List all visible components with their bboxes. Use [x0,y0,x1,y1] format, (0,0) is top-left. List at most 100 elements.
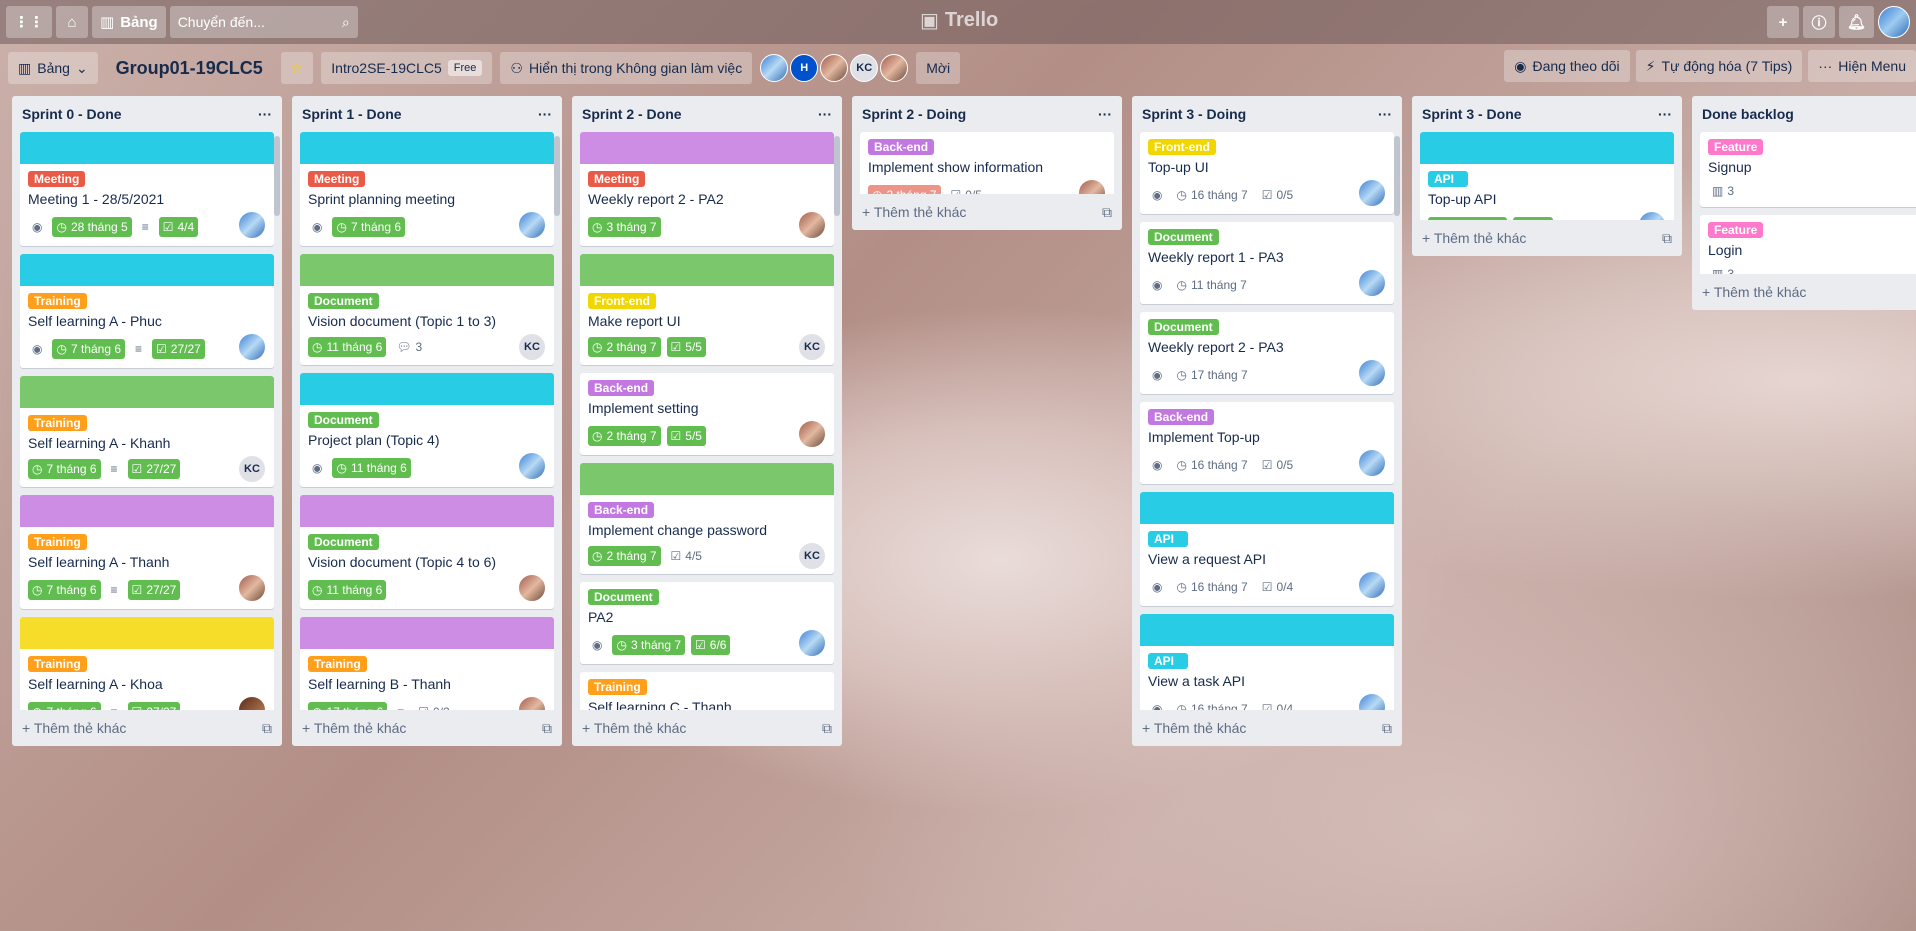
template-icon[interactable]: ⧉ [822,720,832,737]
watching-button[interactable]: ◉ Đang theo dõi [1504,50,1630,82]
add-card-button[interactable]: + Thêm thẻ khác [1142,720,1246,736]
template-icon[interactable]: ⧉ [1102,204,1112,221]
avatar[interactable]: KC [518,333,546,361]
invite-button[interactable]: Mời [916,52,961,84]
card[interactable]: Back-end Implement Top-up ◉ ◷ 16 tháng 7 ☑ 0/5 [1140,402,1394,484]
card[interactable]: Document Weekly report 1 - PA3 ◉ ◷ 11 tháng … [1140,222,1394,304]
list-title[interactable]: Sprint 3 - Doing [1142,106,1246,122]
card[interactable]: Training Self learning A - Thanh ◷ 7 tháng … [20,495,274,609]
card[interactable]: Training Self learning B - Thanh ◷17 tháng… [300,617,554,710]
card[interactable]: API Top-up API ◷16 tháng 7☑4/4 [1420,132,1674,220]
more-icon[interactable]: ··· [1378,106,1392,122]
avatar[interactable] [518,574,546,602]
more-icon[interactable]: ··· [538,106,552,122]
avatar[interactable] [1638,211,1666,220]
list-title[interactable]: Sprint 2 - Done [582,106,682,122]
avatar[interactable] [798,629,826,657]
list-title[interactable]: Sprint 1 - Done [302,106,402,122]
avatar[interactable] [1358,571,1386,599]
avatar[interactable] [880,54,909,82]
card[interactable]: Training Self learning A - Khoa ◷7 tháng 6… [20,617,274,710]
list-title[interactable]: Sprint 2 - Doing [862,106,966,122]
template-icon[interactable]: ⧉ [262,720,272,737]
avatar[interactable] [1358,359,1386,387]
card[interactable]: Document Project plan (Topic 4) ◉ ◷ 11 tháng… [300,373,554,487]
boards-button[interactable]: ▥ Bảng [92,6,166,38]
view-switcher[interactable]: ▥ Bảng ⌄ [8,52,98,84]
card[interactable]: Document Vision document (Topic 4 to 6) ◷ 1… [300,495,554,609]
card[interactable]: Front-end Make report UI ◷ 2 tháng 7 ☑ 5/5 KC [580,254,834,365]
info-icon[interactable]: ⓘ [1802,6,1835,38]
add-card-button[interactable]: + Thêm thẻ khác [862,204,966,220]
avatar[interactable] [518,211,546,239]
card[interactable]: Document Weekly report 2 - PA3 ◉ ◷ 17 tháng … [1140,312,1394,394]
list-title[interactable]: Sprint 3 - Done [1422,106,1522,122]
card[interactable]: API View a task API ◉ ◷ 16 tháng 7 ☑ 0/4 [1140,614,1394,710]
card[interactable]: Back-end Implement show information ◷2 thá… [860,132,1114,194]
avatar[interactable] [238,333,266,361]
card[interactable]: Training Self learning A - Phuc ◉ ◷ 7 tháng … [20,254,274,368]
card[interactable]: Meeting Weekly report 2 - PA2 ◷ 3 tháng 7 [580,132,834,246]
workspace-button[interactable]: Intro2SE-19CLC5 Free [321,52,493,84]
card[interactable]: Meeting Meeting 1 - 28/5/2021 ◉ ◷ 28 tháng 5… [20,132,274,246]
avatar[interactable]: H [790,54,819,82]
card[interactable]: Back-end Implement change password ◷ 2 thán… [580,463,834,574]
create-icon[interactable]: + [1766,6,1799,38]
add-card-button[interactable]: + Thêm thẻ khác [302,720,406,736]
add-card-button[interactable]: + Thêm thẻ khác [1702,284,1806,300]
search-input[interactable]: Chuyển đến... ⌕ [169,6,358,38]
card[interactable]: TrainingSelf learning C - Thanh◷30 tháng… [580,672,834,710]
visibility-button[interactable]: ⚇ Hiển thị trong Không gian làm việc [500,52,753,84]
avatar[interactable] [238,211,266,239]
card[interactable]: API View a request API ◉ ◷ 16 tháng 7 ☑ 0/4 [1140,492,1394,606]
apps-icon[interactable]: ⋮⋮ [6,6,52,38]
card[interactable]: Document Vision document (Topic 1 to 3) ◷ 1… [300,254,554,365]
card[interactable]: Training Self learning A - Khanh ◷ 7 tháng … [20,376,274,487]
avatar[interactable] [518,696,546,710]
card[interactable]: Feature Login ▥ 3 [1700,215,1916,274]
avatar[interactable] [1078,179,1106,194]
avatar[interactable] [238,574,266,602]
trello-logo[interactable]: ▣ Trello [920,8,998,33]
home-icon[interactable]: ⌂ [56,6,88,38]
list-title[interactable]: Done backlog [1702,106,1794,122]
template-icon[interactable]: ⧉ [1662,230,1672,247]
avatar[interactable]: KC [850,54,879,82]
user-avatar[interactable] [1878,6,1910,38]
card[interactable]: Front-end Top-up UI ◉ ◷ 16 tháng 7 ☑ 0/5 [1140,132,1394,214]
more-icon[interactable]: ··· [1098,106,1112,122]
avatar[interactable] [1358,693,1386,710]
avatar[interactable]: KC [798,333,826,361]
list-title[interactable]: Sprint 0 - Done [22,106,122,122]
avatar[interactable] [760,54,789,82]
avatar[interactable] [1358,179,1386,207]
avatar[interactable] [798,211,826,239]
card[interactable]: Back-end Implement setting ◷ 2 tháng 7 ☑ 5/5 [580,373,834,455]
avatar[interactable] [1358,449,1386,477]
notification-bell-icon[interactable]: 🔔︎ [1838,6,1874,38]
board-title[interactable]: Group01-19CLC5 [106,58,273,79]
avatar[interactable] [518,452,546,480]
show-menu-button[interactable]: ··· Hiện Menu [1808,50,1916,82]
scrollbar[interactable] [834,136,840,216]
more-icon[interactable]: ··· [1658,106,1672,122]
card[interactable]: Document PA2 ◉ ◷ 3 tháng 7 ☑ 6/6 [580,582,834,664]
add-card-button[interactable]: + Thêm thẻ khác [582,720,686,736]
add-card-button[interactable]: + Thêm thẻ khác [22,720,126,736]
more-icon[interactable]: ··· [818,106,832,122]
scrollbar[interactable] [554,136,560,216]
avatar[interactable] [820,54,849,82]
scrollbar[interactable] [274,136,280,216]
automation-button[interactable]: ⚡︎ Tự động hóa (7 Tips) [1635,50,1803,82]
scrollbar[interactable] [1394,136,1400,216]
card[interactable]: Meeting Sprint planning meeting ◉ ◷ 7 tháng … [300,132,554,246]
avatar[interactable] [1358,269,1386,297]
avatar[interactable] [238,696,266,710]
add-card-button[interactable]: + Thêm thẻ khác [1422,230,1526,246]
more-icon[interactable]: ··· [258,106,272,122]
template-icon[interactable]: ⧉ [1382,720,1392,737]
template-icon[interactable]: ⧉ [542,720,552,737]
card[interactable]: Feature Signup ▥ 3 [1700,132,1916,207]
avatar[interactable]: KC [238,455,266,483]
star-button[interactable]: ☆ [280,52,314,84]
